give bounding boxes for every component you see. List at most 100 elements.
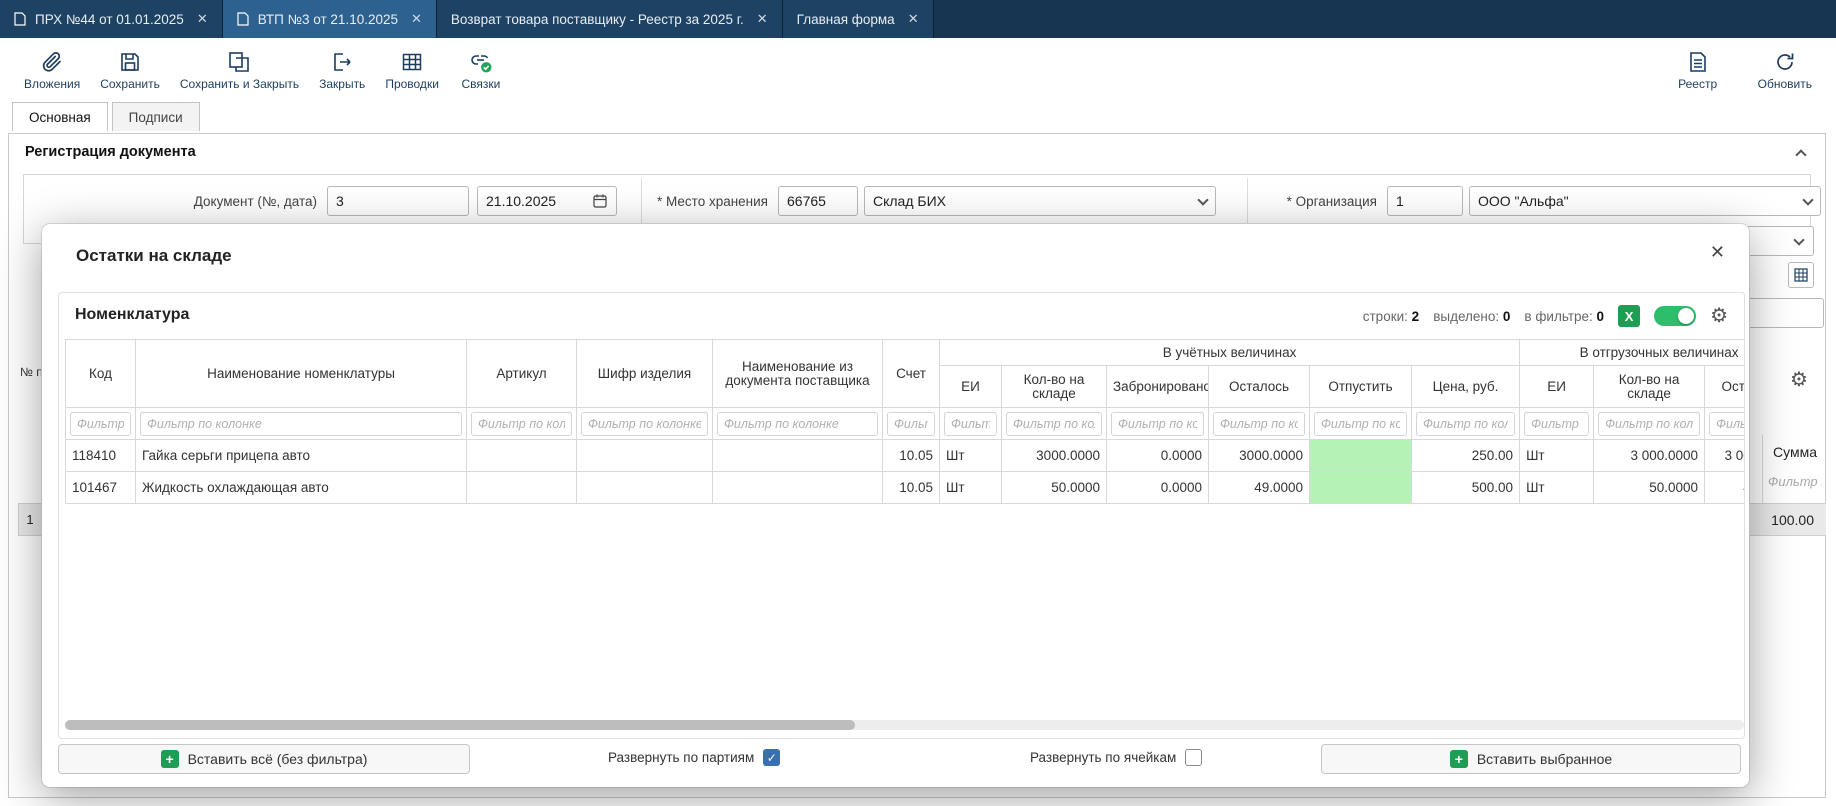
background-lookup-button[interactable] — [1788, 262, 1814, 288]
filter-input-release[interactable] — [1314, 412, 1407, 436]
close-doc-icon — [330, 50, 354, 74]
col-header-article[interactable]: Артикул — [467, 340, 577, 408]
close-tab-icon[interactable]: ✕ — [908, 11, 919, 27]
postings-button[interactable]: Проводки — [375, 46, 449, 95]
organization-code-input[interactable]: 1 — [1387, 186, 1463, 216]
expand-batches-checkbox[interactable]: ✓ — [763, 749, 780, 766]
form-tab-strip: Основная Подписи — [12, 102, 204, 131]
filter-input-article[interactable] — [471, 412, 572, 436]
col-header-qty-stock[interactable]: Кол-во на складе — [1002, 366, 1107, 408]
window-tab-registry[interactable]: Возврат товара поставщику - Реестр за 20… — [437, 0, 783, 38]
col-header-release[interactable]: Отпустить — [1310, 366, 1412, 408]
filter-input-qty2[interactable] — [1598, 412, 1700, 436]
cell-release-editable[interactable] — [1310, 472, 1412, 504]
toolbar-label: Проводки — [385, 77, 439, 91]
cell-qty2: 50.0000 — [1594, 472, 1705, 504]
filter-input-account[interactable] — [887, 412, 935, 436]
save-close-icon — [227, 50, 251, 74]
close-document-button[interactable]: Закрыть — [309, 46, 375, 95]
storage-select[interactable]: Склад БИХ — [864, 186, 1216, 216]
save-button[interactable]: Сохранить — [90, 46, 170, 95]
window-tab-label: ПРХ №44 от 01.01.2025 — [35, 12, 184, 27]
window-tab-main-form[interactable]: Главная форма ✕ — [783, 0, 934, 38]
cell-account: 10.05 — [883, 472, 940, 504]
filter-input-reserved[interactable] — [1111, 412, 1204, 436]
doc-number-input[interactable]: 3 — [327, 186, 469, 216]
col-header-remaining[interactable]: Осталось — [1209, 366, 1310, 408]
close-tab-icon[interactable]: ✕ — [757, 11, 768, 27]
filter-toggle-switch[interactable] — [1654, 306, 1696, 326]
col-header-name[interactable]: Наименование номенклатуры — [136, 340, 467, 408]
col-header-qty-stock2[interactable]: Кол-во на складе — [1594, 366, 1705, 408]
background-sum-filter[interactable]: Фильтр п — [1768, 474, 1822, 489]
col-header-account[interactable]: Счет — [883, 340, 940, 408]
horizontal-scrollbar[interactable] — [65, 720, 1744, 730]
stock-table: Код Наименование номенклатуры Артикул Ши… — [65, 339, 1744, 504]
filter-input-code[interactable] — [70, 412, 131, 436]
registry-icon — [1686, 50, 1710, 74]
col-header-reserved[interactable]: Забронировано — [1107, 366, 1209, 408]
col-header-code[interactable]: Код — [66, 340, 136, 408]
cell-remaining2: 3 000.0000 — [1705, 440, 1744, 472]
filter-cell — [577, 408, 713, 440]
table-row[interactable]: 118410 Гайка серьги прицепа авто 10.05 Ш… — [66, 440, 1745, 472]
col-header-price[interactable]: Цена, руб. — [1412, 366, 1520, 408]
filter-input-price[interactable] — [1416, 412, 1515, 436]
tab-signatures[interactable]: Подписи — [112, 102, 200, 131]
application-window: ПРХ №44 от 01.01.2025 ✕ ВТП №3 от 21.10.… — [0, 0, 1836, 806]
insert-all-button[interactable]: + Вставить всё (без фильтра) — [58, 744, 470, 774]
storage-code-input[interactable]: 66765 — [778, 186, 858, 216]
selected-stat: выделено: 0 — [1433, 309, 1510, 324]
table-row[interactable]: 101467 Жидкость охлаждающая авто 10.05 Ш… — [66, 472, 1745, 504]
filter-input-supplier-doc[interactable] — [717, 412, 878, 436]
filter-input-name[interactable] — [140, 412, 462, 436]
registry-button[interactable]: Реестр — [1666, 46, 1730, 95]
window-tab-prh44[interactable]: ПРХ №44 от 01.01.2025 ✕ — [0, 0, 223, 38]
filter-cell — [1107, 408, 1209, 440]
organization-select[interactable]: ООО "Альфа" — [1469, 186, 1821, 216]
cell-unit2: Шт — [1520, 472, 1594, 504]
toolbar-label: Обновить — [1758, 77, 1812, 91]
rows-stat: строки: 2 — [1363, 309, 1419, 324]
cell-price: 500.00 — [1412, 472, 1520, 504]
chevron-down-icon — [1802, 194, 1813, 205]
group-header-shipping-units: В отгрузочных величинах — [1520, 340, 1744, 366]
table-settings-gear-icon[interactable]: ⚙ — [1710, 306, 1728, 326]
cell-name: Жидкость охлаждающая авто — [136, 472, 467, 504]
group-header-accounting-units: В учётных величинах — [940, 340, 1520, 366]
filter-input-remaining2[interactable] — [1709, 412, 1744, 436]
background-gear-icon[interactable]: ⚙ — [1790, 370, 1808, 390]
background-input-fragment[interactable] — [1740, 298, 1824, 328]
links-button[interactable]: Связки — [449, 46, 513, 95]
filter-input-cipher[interactable] — [581, 412, 708, 436]
postings-grid-icon — [400, 50, 424, 74]
excel-export-button[interactable]: X — [1618, 305, 1640, 327]
close-tab-icon[interactable]: ✕ — [197, 11, 208, 27]
insert-selected-button[interactable]: + Вставить выбранное — [1321, 744, 1741, 774]
col-header-unit2[interactable]: ЕИ — [1520, 366, 1594, 408]
toolbar-label: Связки — [461, 77, 500, 91]
close-tab-icon[interactable]: ✕ — [411, 11, 422, 27]
col-header-cipher[interactable]: Шифр изделия — [577, 340, 713, 408]
tab-main[interactable]: Основная — [12, 102, 108, 131]
filter-input-unit[interactable] — [944, 412, 997, 436]
panel-subtitle: Номенклатура — [75, 306, 189, 324]
collapse-section-button[interactable] — [1797, 146, 1809, 158]
cell-release-editable[interactable] — [1310, 440, 1412, 472]
window-tab-vtp3[interactable]: ВТП №3 от 21.10.2025 ✕ — [223, 0, 437, 38]
filter-cell — [940, 408, 1002, 440]
save-and-close-button[interactable]: Сохранить и Закрыть — [170, 46, 309, 95]
close-modal-icon[interactable]: ✕ — [1710, 242, 1725, 263]
attachments-button[interactable]: Вложения — [14, 46, 90, 95]
col-header-unit[interactable]: ЕИ — [940, 366, 1002, 408]
filter-input-unit2[interactable] — [1524, 412, 1589, 436]
cell-qty2: 3 000.0000 — [1594, 440, 1705, 472]
scrollbar-thumb[interactable] — [65, 720, 855, 730]
doc-number-date-label: Документ (№, дата) — [107, 194, 317, 209]
refresh-button[interactable]: Обновить — [1748, 46, 1822, 95]
col-header-remaining2[interactable]: Осталось — [1705, 366, 1744, 408]
filter-input-qty[interactable] — [1006, 412, 1102, 436]
expand-cells-checkbox[interactable] — [1185, 749, 1202, 766]
filter-input-remaining[interactable] — [1213, 412, 1305, 436]
col-header-supplier-doc-name[interactable]: Наименование из документа поставщика — [713, 340, 883, 408]
